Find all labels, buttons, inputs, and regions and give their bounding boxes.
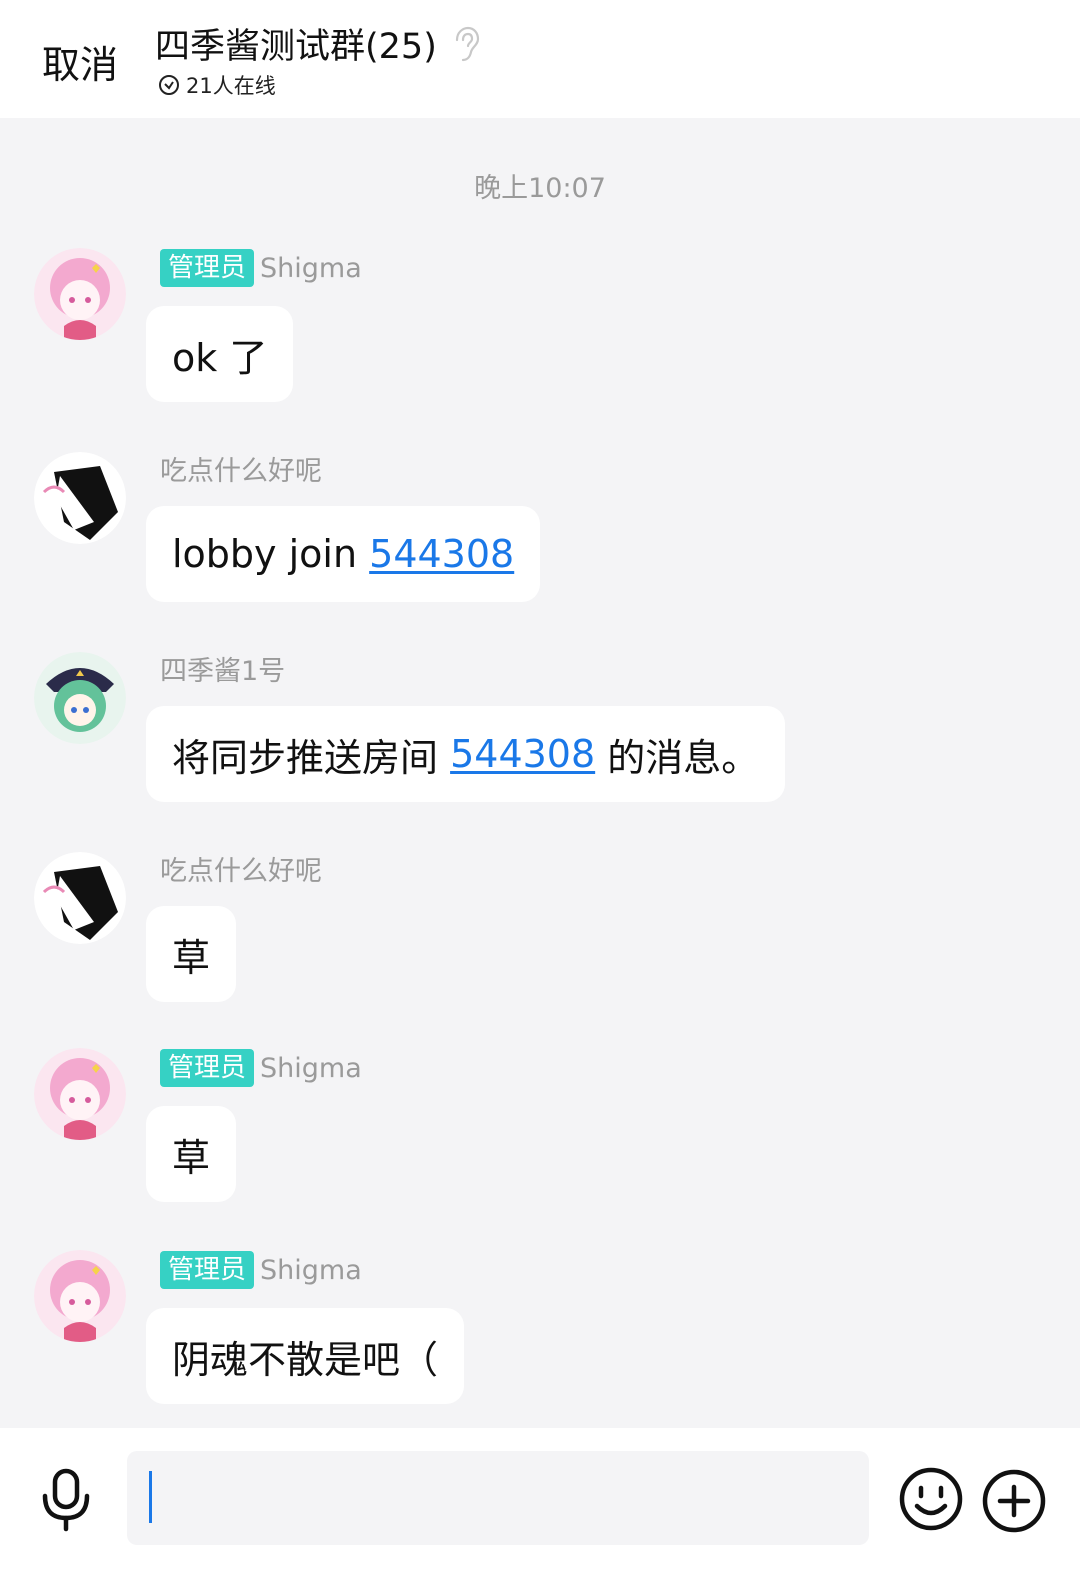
avatar[interactable]: [34, 248, 126, 340]
sender-row: 吃点什么好呢: [160, 448, 322, 488]
message-text: 草: [172, 935, 211, 980]
chat-header: 取消 四季酱测试群(25) 21人在线: [0, 0, 1080, 118]
timestamp: 晚上10:07: [474, 173, 606, 204]
admin-badge: 管理员: [160, 249, 255, 287]
message-text: lobby join: [172, 532, 370, 576]
avatar[interactable]: [34, 1250, 126, 1342]
avatar[interactable]: [34, 452, 126, 544]
online-count: 21人在线: [186, 74, 276, 98]
text-caret: [149, 1471, 152, 1523]
message-text: ok 了: [172, 335, 268, 380]
emoji-icon[interactable]: [898, 1466, 964, 1532]
sender-row: 四季酱1号: [160, 648, 285, 688]
sender-row: 管理员 Shigma: [160, 1048, 362, 1088]
message-text: 草: [172, 1135, 211, 1180]
cancel-button[interactable]: 取消: [42, 34, 118, 89]
message-bubble[interactable]: lobby join 544308: [146, 506, 541, 602]
title-row: 四季酱测试群(25): [155, 18, 481, 69]
admin-badge: 管理员: [160, 1251, 255, 1289]
message-bubble[interactable]: 草: [146, 906, 237, 1002]
avatar[interactable]: [34, 652, 126, 744]
message-bubble[interactable]: 阴魂不散是吧（: [146, 1308, 465, 1404]
microphone-icon[interactable]: [40, 1468, 92, 1532]
message-list[interactable]: 晚上10:07 管理员 Shigma ok 了 吃点什么好呢 lobby joi…: [0, 118, 1080, 1428]
sender-row: 吃点什么好呢: [160, 848, 322, 888]
message-suffix: 的消息。: [595, 735, 760, 780]
group-title: 四季酱测试群(25): [155, 27, 437, 67]
message-text: 将同步推送房间: [172, 735, 451, 780]
sender-name[interactable]: Shigma: [260, 1255, 362, 1286]
sender-name[interactable]: Shigma: [260, 253, 362, 284]
message-bubble[interactable]: ok 了: [146, 306, 294, 402]
message-input[interactable]: [127, 1451, 869, 1545]
online-status[interactable]: 21人在线: [158, 70, 276, 100]
sender-name[interactable]: Shigma: [260, 1053, 362, 1084]
avatar[interactable]: [34, 852, 126, 944]
sender-row: 管理员 Shigma: [160, 1250, 362, 1290]
message-bubble[interactable]: 草: [146, 1106, 237, 1202]
room-link[interactable]: 544308: [450, 732, 595, 776]
admin-badge: 管理员: [160, 1049, 255, 1087]
plus-icon[interactable]: [981, 1468, 1047, 1534]
sender-row: 管理员 Shigma: [160, 248, 362, 288]
check-circle-icon: [158, 74, 180, 96]
ear-icon[interactable]: [451, 26, 481, 62]
sender-name[interactable]: 四季酱1号: [160, 649, 285, 688]
sender-name[interactable]: 吃点什么好呢: [160, 849, 322, 888]
message-text: 阴魂不散是吧（: [172, 1337, 439, 1382]
message-bubble[interactable]: 将同步推送房间 544308 的消息。: [146, 706, 786, 802]
input-bar: [0, 1428, 1080, 1571]
room-link[interactable]: 544308: [369, 532, 514, 576]
avatar[interactable]: [34, 1048, 126, 1140]
sender-name[interactable]: 吃点什么好呢: [160, 449, 322, 488]
